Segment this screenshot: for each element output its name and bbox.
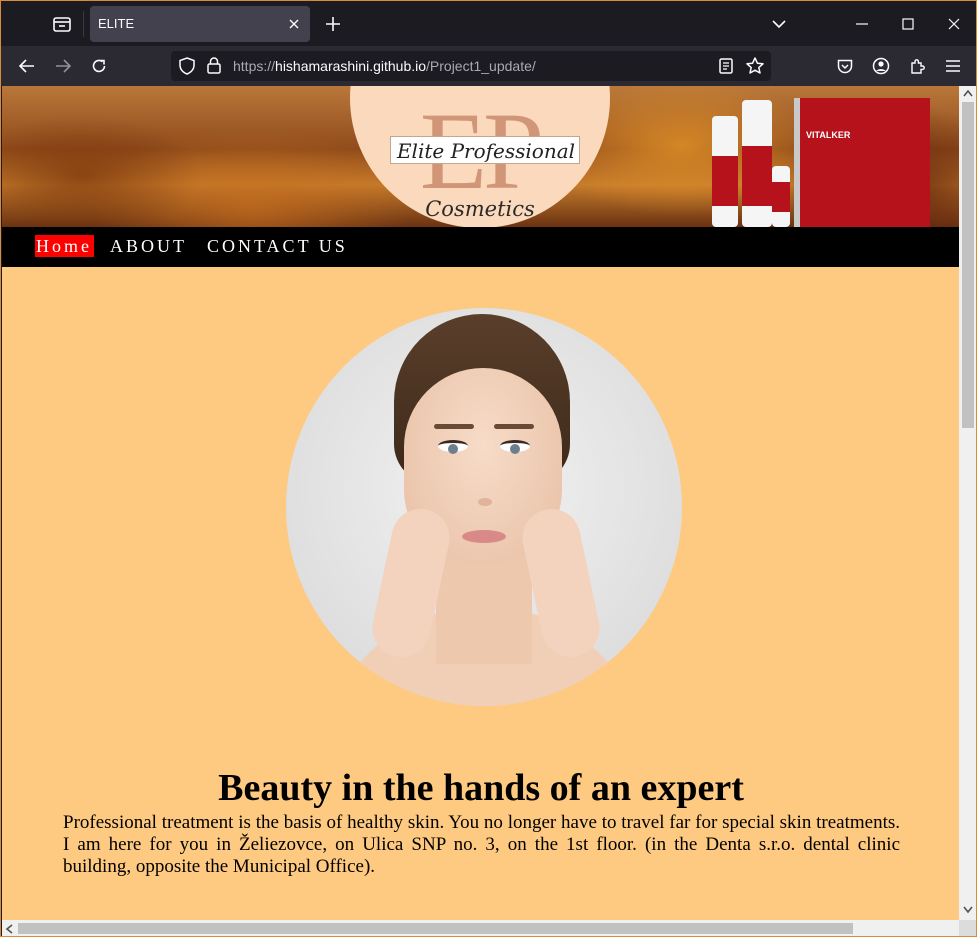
product-bottle [712,116,738,227]
minimize-icon [856,23,868,25]
minimize-button[interactable] [847,9,877,39]
url-host: hishamarashini.github.io [275,58,427,74]
maximize-button[interactable] [893,9,923,39]
intro-paragraph: Professional treatment is the basis of h… [63,812,900,877]
menu-item-contact-us[interactable]: CONTACT US [207,236,348,257]
site-logo[interactable]: EP Elite Professional Cosmetics [350,86,610,227]
product-vial [772,166,790,227]
lock-icon[interactable] [207,57,221,78]
browser-window: ELITE https://hishamarashini.github.io/P… [0,0,977,937]
page-viewport: EP Elite Professional Cosmetics VITALKER… [2,86,960,920]
reader-view-icon[interactable] [719,58,733,78]
scroll-up-icon[interactable] [963,89,973,97]
logo-subtitle: Cosmetics [425,197,535,221]
tab-title: ELITE [98,16,135,31]
firefox-view-button[interactable] [45,9,79,39]
maximize-icon [902,18,914,30]
list-all-tabs-button[interactable] [764,9,794,39]
arrow-left-icon [19,59,34,73]
product-label: VITALKER [806,130,851,140]
plus-icon [326,17,340,31]
pocket-button[interactable] [831,52,859,80]
close-window-button[interactable] [939,9,969,39]
back-button[interactable] [13,52,41,80]
navigation-toolbar: https://hishamarashini.github.io/Project… [1,46,976,86]
header-banner: EP Elite Professional Cosmetics VITALKER [2,86,960,227]
close-tab-button[interactable] [284,14,304,34]
close-icon [289,19,299,29]
horizontal-scrollbar[interactable] [2,920,959,936]
hamburger-icon [946,60,960,72]
product-spray [742,100,772,227]
extensions-button[interactable] [903,52,931,80]
firefox-view-icon [53,17,71,32]
scroll-left-icon[interactable] [5,924,13,934]
pocket-icon [837,59,853,73]
url-path: /Project1_update/ [426,58,536,74]
new-tab-button[interactable] [319,10,347,38]
bookmark-star-icon[interactable] [746,57,764,78]
forward-button[interactable] [49,52,77,80]
scrollbar-corner [959,920,976,936]
active-tab[interactable]: ELITE [90,6,310,42]
menu-item-home[interactable]: Home [35,235,94,257]
hero-portrait-image [286,308,682,706]
menu-button[interactable] [939,52,967,80]
menu-item-about[interactable]: ABOUT [110,236,187,257]
shield-icon[interactable] [179,57,195,79]
close-icon [948,18,960,30]
account-button[interactable] [867,52,895,80]
chevron-down-icon [772,20,786,28]
address-bar[interactable]: https://hishamarashini.github.io/Project… [171,51,771,81]
horizontal-scroll-thumb[interactable] [18,923,853,934]
account-icon [872,57,890,75]
vertical-scroll-thumb[interactable] [962,102,974,428]
main-menu: Home ABOUT CONTACT US [2,227,960,267]
reload-icon [92,59,106,73]
url-scheme: https:// [233,58,276,74]
tab-strip: ELITE [1,1,976,46]
tab-separator [83,11,84,37]
vertical-scrollbar[interactable] [959,86,976,920]
scroll-down-icon[interactable] [963,906,973,914]
product-box: VITALKER [794,98,930,227]
arrow-right-icon [56,59,71,73]
reload-button[interactable] [85,52,113,80]
page-heading: Beauty in the hands of an expert [218,767,744,809]
logo-name: Elite Professional [396,139,576,163]
logo-ribbon: Elite Professional [390,136,580,164]
url-text[interactable]: https://hishamarashini.github.io/Project… [233,58,536,74]
puzzle-icon [910,58,925,74]
